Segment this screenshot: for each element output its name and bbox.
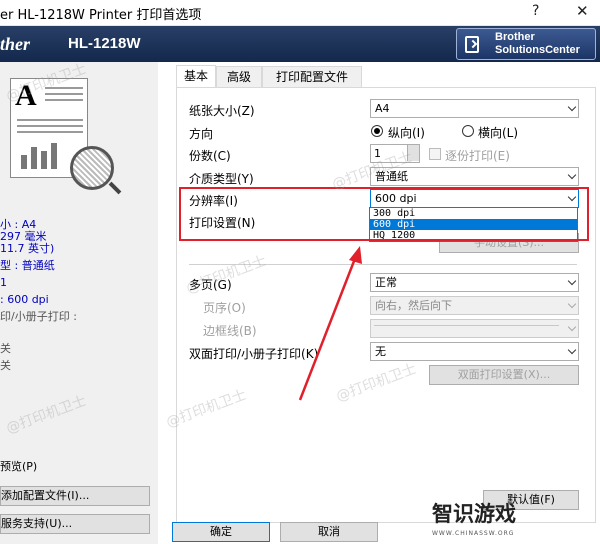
annotation-arrow — [298, 246, 362, 401]
site-logo-url: WWW.CHINASSW.ORG — [432, 530, 515, 537]
site-logo-watermark: 智识游戏 WWW.CHINASSW.ORG — [428, 496, 600, 544]
site-logo-text: 智识游戏 — [432, 502, 516, 526]
